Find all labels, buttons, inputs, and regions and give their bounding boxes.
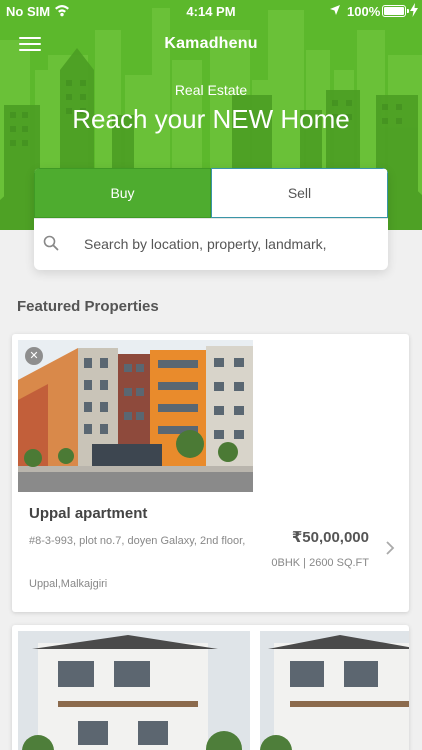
tab-sell[interactable]: Sell — [211, 168, 388, 218]
location-arrow-icon — [330, 5, 340, 15]
search-card: Buy Sell — [34, 168, 388, 270]
property-specs: 0BHK | 2600 SQ.FT — [271, 557, 369, 569]
battery-percent: 100% — [347, 4, 381, 19]
app-title: Kamadhenu — [164, 35, 258, 52]
property-photo — [260, 631, 409, 750]
property-name: Uppal apartment — [29, 505, 148, 522]
hero-headline: Reach your NEW Home — [72, 104, 350, 134]
hero-eyebrow: Real Estate — [174, 82, 248, 98]
tab-buy[interactable]: Buy — [34, 168, 211, 218]
charging-bolt-icon — [410, 3, 418, 17]
chevron-right-icon[interactable] — [385, 540, 395, 556]
property-photo — [18, 340, 253, 492]
close-icon[interactable]: ✕ — [25, 347, 43, 365]
property-address: #8-3-993, plot no.7, doyen Galaxy, 2nd f… — [29, 535, 246, 547]
property-card[interactable]: ✕ Uppal apartment #8-3-993, plot no.7, d… — [12, 334, 409, 612]
property-locality: Uppal,Malkajgiri — [29, 578, 108, 590]
buy-sell-tabs: Buy Sell — [34, 168, 388, 219]
property-price: ₹50,00,000 — [291, 529, 369, 546]
app-screen: No SIM 4:14 PM 100% Kamadhenu Real Estat… — [0, 0, 422, 750]
property-photo — [18, 631, 250, 750]
search-row — [34, 219, 388, 269]
property-card-next[interactable] — [12, 625, 409, 750]
search-icon — [43, 235, 59, 251]
search-input[interactable] — [84, 219, 380, 269]
featured-properties-heading: Featured Properties — [17, 298, 159, 315]
status-bar: No SIM 4:14 PM 100% — [0, 0, 422, 24]
battery-icon — [382, 5, 409, 17]
